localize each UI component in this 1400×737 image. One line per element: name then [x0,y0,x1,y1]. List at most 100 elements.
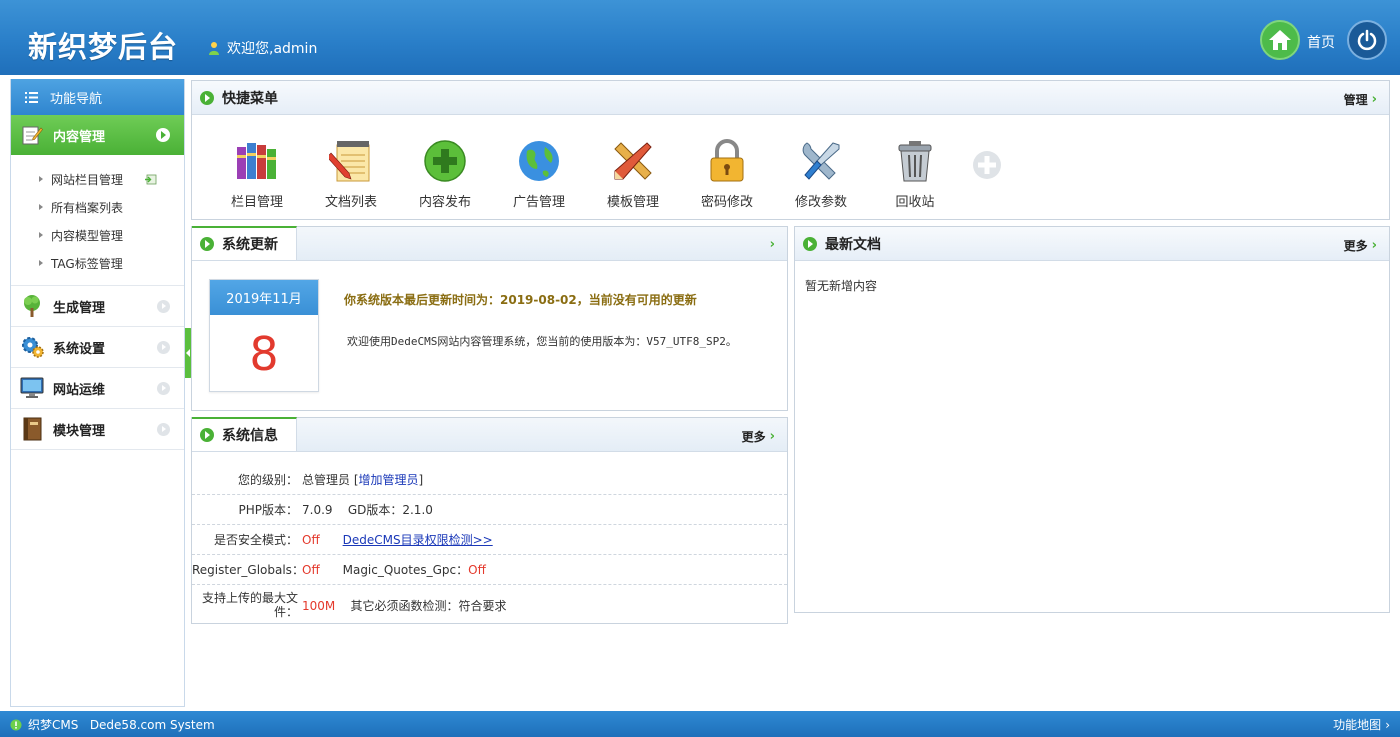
sitemap-label: 功能地图 [1333,718,1382,732]
submenu-item-models[interactable]: 内容模型管理 [11,221,184,249]
sidebar-item-ops[interactable]: 网站运维 [11,368,184,409]
info-value: Off DedeCMS目录权限检测>> [302,531,787,548]
add-column-icon[interactable] [145,174,157,185]
system-info-title: 系统信息 [222,428,278,444]
user-icon [209,42,219,55]
add-admin-link[interactable]: 增加管理员 [359,473,419,487]
play-icon [200,428,214,442]
info-value: 7.0.9 GD版本：2.1.0 [302,501,787,518]
info-value: Off Magic_Quotes_Gpc：Off [302,561,787,578]
system-info-table: 您的级别： 总管理员 [增加管理员] PHP版本： 7.0.9 GD版本：2.1… [192,465,787,625]
update-status-text: 你系统版本最后更新时间为：2019-08-02，当前没有可用的更新 [344,293,697,307]
footer-brand: 织梦CMS [28,718,79,732]
ruler-pencil-icon [609,137,657,185]
chevron-right-icon: › [1371,238,1377,253]
latest-docs-panel: 最新文档 更多 › 暂无新增内容 [794,226,1390,613]
logout-button[interactable] [1347,20,1387,60]
submenu-item-tags[interactable]: TAG标签管理 [11,249,184,277]
gear-icon [19,334,45,360]
sidebar-item-label: 生成管理 [53,300,106,316]
footer-system: Dede58.com System [89,717,215,732]
footer-sitemap-link[interactable]: 功能地图 › [1333,716,1390,733]
system-info-more[interactable]: 更多 › [742,428,775,445]
magic-quotes-key: Magic_Quotes_Gpc： [342,563,469,577]
calendar-day: 8 [249,327,279,381]
footer-bar: 织梦CMS Dede58.com System 功能地图 › [0,711,1400,737]
system-update-more[interactable]: › [766,237,775,252]
gd-key: GD版本： [347,503,403,517]
home-link[interactable]: 首页 [1307,32,1335,52]
sidebar-item-content[interactable]: 内容管理 [11,115,184,155]
books-icon [233,137,281,185]
quick-menu-manage-link[interactable]: 管理 › [1344,91,1377,108]
info-row-php: PHP版本： 7.0.9 GD版本：2.1.0 [192,495,787,525]
info-value: 总管理员 [增加管理员] [302,473,424,487]
info-key: 是否安全模式： [213,532,298,547]
tab-system-update[interactable]: 系统更新 [192,226,297,260]
sidebar-nav-header: 功能导航 [11,79,184,115]
sidebar-item-modules[interactable]: 模块管理 [11,409,184,450]
welcome-label: 欢迎您,admin [227,41,318,57]
quick-item-password[interactable]: 密码修改 [680,137,774,210]
list-icon [25,91,38,103]
notepad-pencil-icon [327,137,375,185]
system-update-header: 系统更新 › [192,226,787,261]
submenu-item-label: TAG标签管理 [51,256,123,271]
submenu-item-columns[interactable]: 网站栏目管理 [11,165,184,193]
gd-version: 2.1.0 [402,503,433,517]
more-label: 更多 [1343,239,1368,253]
info-icon [10,719,22,730]
quick-item-label: 栏目管理 [230,195,283,210]
calendar-month: 2019年11月 [210,280,318,315]
caret-right-icon [39,204,43,210]
welcome-text: 欢迎您,admin [208,38,317,58]
sidebar-item-generate[interactable]: 生成管理 [11,286,184,327]
quick-item-templates[interactable]: 模板管理 [586,137,680,210]
quick-item-ads[interactable]: 广告管理 [492,137,586,210]
quick-item-recycle[interactable]: 回收站 [868,137,962,210]
chevron-right-icon [157,382,170,395]
latest-docs-empty: 暂无新增内容 [805,279,878,293]
func-check-key: 其它必须函数检测： [350,598,459,613]
sidebar-item-label: 模块管理 [53,423,106,439]
quick-item-params[interactable]: 修改参数 [774,137,868,210]
quick-item-publish[interactable]: 内容发布 [398,137,492,210]
quick-item-columns[interactable]: 栏目管理 [210,137,304,210]
quick-item-doclist[interactable]: 文档列表 [304,137,398,210]
safe-mode-value: Off [302,533,320,547]
sidebar-item-content-label: 内容管理 [53,129,106,145]
quick-item-add[interactable] [962,137,1012,210]
plus-circle-icon [421,137,469,185]
notepad-icon [19,122,45,148]
level-value: 总管理员 [302,473,351,487]
tab-system-info[interactable]: 系统信息 [192,417,297,451]
monitor-icon [19,375,45,401]
lock-icon [703,137,751,185]
calendar-widget: 2019年11月 8 [209,279,319,392]
chevron-right-icon: › [769,237,775,252]
footer-left: 织梦CMS Dede58.com System [10,716,215,733]
home-button[interactable] [1260,20,1300,60]
func-check-value: 符合要求 [458,598,507,613]
quick-item-label: 修改参数 [794,195,847,210]
submenu-item-label: 内容模型管理 [51,228,124,243]
info-key: Register_Globals： [192,562,304,577]
quick-menu-title: 快捷菜单 [222,90,278,107]
submenu-item-label: 网站栏目管理 [51,172,124,187]
sidebar-item-settings[interactable]: 系统设置 [11,327,184,368]
info-row-safemode: 是否安全模式： Off DedeCMS目录权限检测>> [192,525,787,555]
latest-docs-more[interactable]: 更多 › [1344,237,1377,254]
system-info-panel: 系统信息 更多 › 您的级别： 总管理员 [增加管理员] PHP版本： 7.0.9… [191,417,788,624]
register-globals-value: Off [302,563,320,577]
info-row-globals: Register_Globals： Off Magic_Quotes_Gpc：O… [192,555,787,585]
quick-item-label: 文档列表 [324,195,377,210]
latest-docs-header: 最新文档 更多 › [795,227,1389,261]
quick-item-label: 内容发布 [418,195,471,210]
play-icon [200,237,214,251]
quick-menu-icons: 栏目管理 文档列表 内容发布 广告管理 模板管理 密码修改 修改参数 回收站 [192,115,1389,210]
play-icon [803,236,817,251]
submenu-item-archives[interactable]: 所有档案列表 [11,193,184,221]
caret-right-icon [39,232,43,238]
permission-check-link[interactable]: DedeCMS目录权限检测>> [343,533,493,547]
submenu-item-label: 所有档案列表 [51,200,124,215]
